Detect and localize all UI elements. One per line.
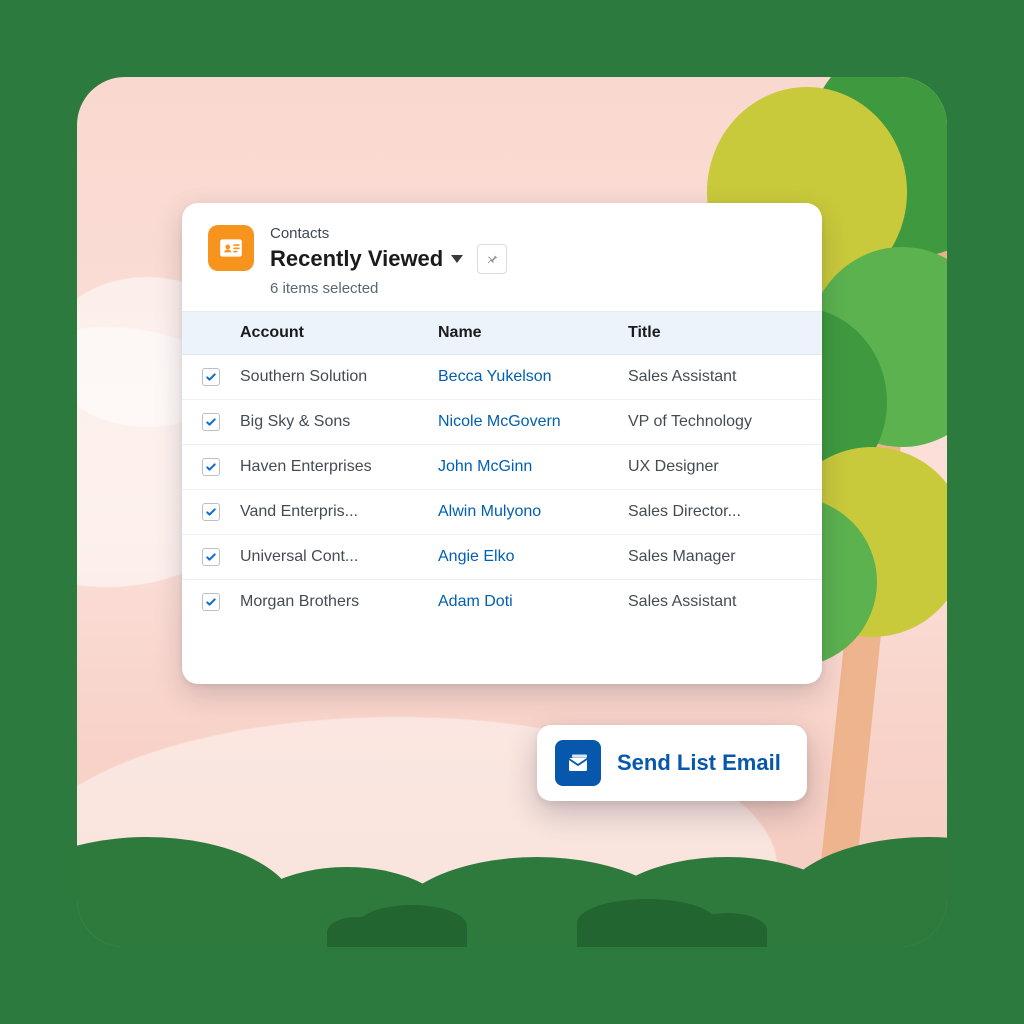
row-checkbox[interactable] (202, 413, 220, 431)
row-checkbox[interactable] (202, 593, 220, 611)
illustration-scene: Contacts Recently Viewed 6 items selecte… (77, 77, 947, 947)
cell-account: Vand Enterpris... (240, 503, 438, 521)
cell-title: Sales Director... (628, 503, 822, 521)
contacts-icon (208, 225, 254, 271)
cell-account: Universal Cont... (240, 548, 438, 566)
cell-name-link[interactable]: Adam Doti (438, 593, 628, 611)
panel-footer-space (182, 624, 822, 684)
cell-title: VP of Technology (628, 413, 822, 431)
cell-title: Sales Assistant (628, 368, 822, 386)
send-email-icon (555, 740, 601, 786)
table-row: Big Sky & Sons Nicole McGovern VP of Tec… (182, 400, 822, 445)
cell-name-link[interactable]: Nicole McGovern (438, 413, 628, 431)
panel-header: Contacts Recently Viewed 6 items selecte… (182, 203, 822, 311)
selected-count: 6 items selected (270, 280, 507, 297)
row-checkbox[interactable] (202, 458, 220, 476)
cell-name-link[interactable]: John McGinn (438, 458, 628, 476)
table-row: Morgan Brothers Adam Doti Sales Assistan… (182, 580, 822, 624)
pin-list-button[interactable] (477, 244, 507, 274)
cell-name-link[interactable]: Angie Elko (438, 548, 628, 566)
table-row: Southern Solution Becca Yukelson Sales A… (182, 355, 822, 400)
row-checkbox[interactable] (202, 503, 220, 521)
table-row: Vand Enterpris... Alwin Mulyono Sales Di… (182, 490, 822, 535)
table-header-row: Account Name Title (182, 311, 822, 355)
send-list-email-label: Send List Email (617, 750, 781, 776)
table-row: Haven Enterprises John McGinn UX Designe… (182, 445, 822, 490)
table-row: Universal Cont... Angie Elko Sales Manag… (182, 535, 822, 580)
table-body: Southern Solution Becca Yukelson Sales A… (182, 355, 822, 624)
contacts-list-panel: Contacts Recently Viewed 6 items selecte… (182, 203, 822, 684)
cell-account: Southern Solution (240, 368, 438, 386)
cell-account: Haven Enterprises (240, 458, 438, 476)
object-label: Contacts (270, 225, 507, 242)
cell-title: Sales Assistant (628, 593, 822, 611)
hills-decor (77, 827, 947, 947)
cell-account: Morgan Brothers (240, 593, 438, 611)
cell-title: UX Designer (628, 458, 822, 476)
column-header-account[interactable]: Account (240, 324, 438, 342)
list-view-name[interactable]: Recently Viewed (270, 246, 443, 272)
row-checkbox[interactable] (202, 368, 220, 386)
row-checkbox[interactable] (202, 548, 220, 566)
cell-account: Big Sky & Sons (240, 413, 438, 431)
cell-name-link[interactable]: Becca Yukelson (438, 368, 628, 386)
cell-name-link[interactable]: Alwin Mulyono (438, 503, 628, 521)
cell-title: Sales Manager (628, 548, 822, 566)
send-list-email-button[interactable]: Send List Email (537, 725, 807, 801)
chevron-down-icon[interactable] (451, 255, 463, 263)
column-header-name[interactable]: Name (438, 324, 628, 342)
column-header-title[interactable]: Title (628, 324, 822, 342)
